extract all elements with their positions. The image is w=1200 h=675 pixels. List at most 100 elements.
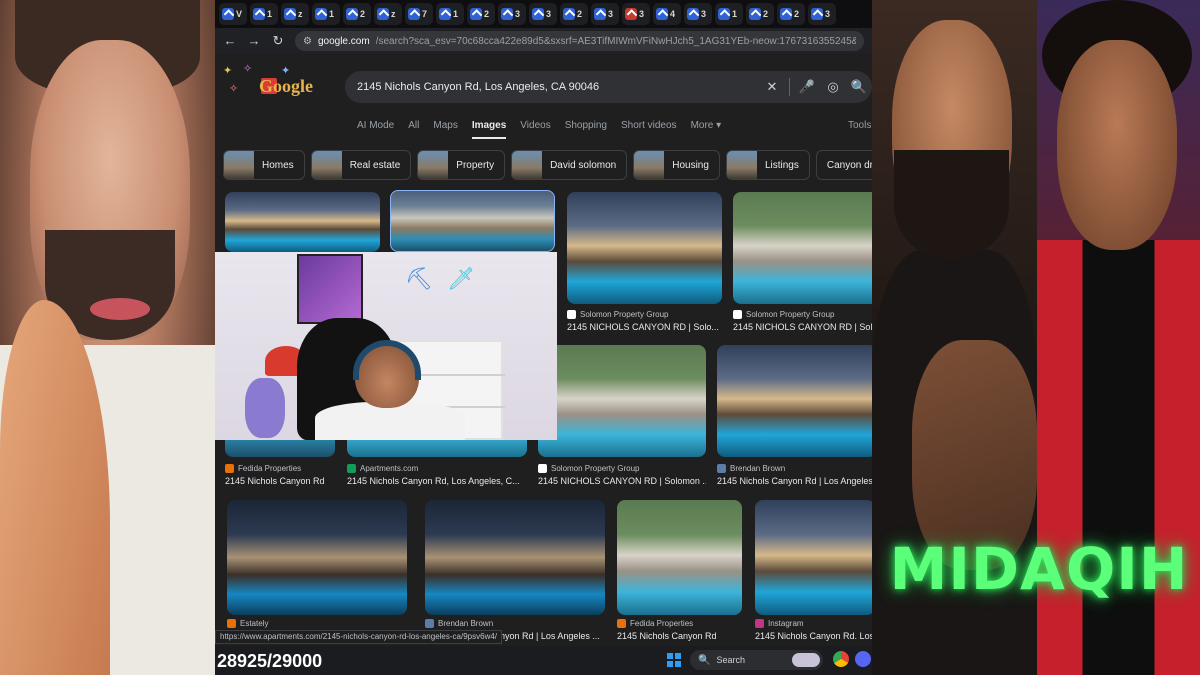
- browser-tab[interactable]: 1: [715, 3, 743, 25]
- windows-start-icon[interactable]: [667, 653, 681, 667]
- result-title[interactable]: 2145 NICHOLS CANYON RD | Solo...: [567, 322, 722, 332]
- tab-all[interactable]: All: [408, 120, 419, 139]
- browser-tab[interactable]: 2: [467, 3, 495, 25]
- result-source[interactable]: Solomon Property Group: [567, 310, 669, 319]
- url-path: /search?sca_esv=70c68cca422e89d5&sxsrf=A…: [375, 35, 856, 47]
- browser-tab[interactable]: 3: [591, 3, 619, 25]
- browser-tab[interactable]: 1: [250, 3, 278, 25]
- result-image[interactable]: [733, 192, 872, 304]
- image-result[interactable]: Solomon Property Group 2145 NICHOLS CANY…: [538, 345, 706, 490]
- result-source[interactable]: Estately: [227, 619, 268, 628]
- tab-ai-mode[interactable]: AI Mode: [357, 120, 394, 139]
- back-arrow-icon[interactable]: ←: [223, 34, 237, 48]
- result-source[interactable]: Brendan Brown: [425, 619, 493, 628]
- chrome-icon[interactable]: [833, 651, 849, 667]
- site-info-icon[interactable]: ⚙: [303, 36, 312, 47]
- zillow-icon: [563, 8, 575, 20]
- tab-badge: 7: [422, 9, 428, 19]
- image-result[interactable]: Fedida Properties 2145 Nichols Canyon Rd: [617, 500, 742, 645]
- browser-tab[interactable]: 1: [312, 3, 340, 25]
- tab-videos[interactable]: Videos: [520, 120, 550, 139]
- tab-badge: 2: [360, 9, 366, 19]
- chip-housing[interactable]: Housing: [633, 150, 720, 180]
- browser-tab[interactable]: 3: [498, 3, 526, 25]
- chip-david-solomon[interactable]: David solomon: [511, 150, 628, 180]
- result-image[interactable]: [617, 500, 742, 615]
- image-result[interactable]: Solomon Property Group 2145 NICHOLS CANY…: [567, 192, 722, 337]
- result-image[interactable]: [390, 190, 555, 252]
- taskbar-search[interactable]: 🔍 Search: [690, 650, 823, 670]
- browser-tab[interactable]: 3: [684, 3, 712, 25]
- search-query[interactable]: 2145 Nichols Canyon Rd, Los Angeles, CA …: [357, 81, 759, 93]
- image-result[interactable]: [390, 190, 555, 252]
- zillow-icon: [346, 8, 358, 20]
- browser-tab[interactable]: 3: [622, 3, 650, 25]
- result-title[interactable]: 2145 Nichols Canyon Rd | Los Angeles: [717, 476, 872, 486]
- url-field[interactable]: ⚙ google.com/search?sca_esv=70c68cca422e…: [295, 31, 864, 51]
- image-result[interactable]: Instagram 2145 Nichols Canyon Rd. Los: [755, 500, 872, 645]
- google-lens-icon[interactable]: ◎: [820, 79, 846, 95]
- forward-arrow-icon[interactable]: →: [247, 34, 261, 48]
- browser-tab[interactable]: 1: [436, 3, 464, 25]
- discord-icon[interactable]: [855, 651, 871, 667]
- browser-tab[interactable]: V: [219, 3, 247, 25]
- browser-tab[interactable]: 3: [808, 3, 836, 25]
- result-title[interactable]: 2145 NICHOLS CANYON RD | Solomon ...: [538, 476, 706, 486]
- browser-tab[interactable]: 2: [560, 3, 588, 25]
- search-icon[interactable]: 🔍: [846, 79, 872, 95]
- chip-real-estate[interactable]: Real estate: [310, 150, 412, 180]
- chip-canyon-drive[interactable]: Canyon drive: [815, 150, 872, 180]
- tab-short-videos[interactable]: Short videos: [621, 120, 677, 139]
- result-image[interactable]: [225, 192, 380, 252]
- microphone-icon[interactable]: 🎤: [794, 79, 820, 95]
- result-source[interactable]: Solomon Property Group: [733, 310, 835, 319]
- result-image[interactable]: [425, 500, 605, 615]
- image-result[interactable]: Brendan Brown 2145 Nichols Canyon Rd | L…: [717, 345, 872, 490]
- reload-icon[interactable]: ↻: [271, 34, 285, 48]
- browser-tab[interactable]: 7: [405, 3, 433, 25]
- browser-tab[interactable]: 4: [653, 3, 681, 25]
- browser-tab[interactable]: 2: [343, 3, 371, 25]
- browser-tab[interactable]: z: [374, 3, 402, 25]
- chip-listings[interactable]: Listings: [725, 150, 810, 180]
- image-result[interactable]: [225, 192, 380, 252]
- result-image[interactable]: [538, 345, 706, 457]
- tab-shopping[interactable]: Shopping: [565, 120, 607, 139]
- image-result[interactable]: Estately: [227, 500, 407, 645]
- google-header: ✦ ✧ ✦ ✧ Google 2145 Nichols Canyon Rd, L…: [215, 54, 872, 140]
- result-title[interactable]: 2145 Nichols Canyon Rd: [617, 631, 742, 641]
- browser-tab[interactable]: 3: [529, 3, 557, 25]
- tab-badge: 3: [515, 9, 521, 19]
- browser-tab[interactable]: z: [281, 3, 309, 25]
- result-image[interactable]: [227, 500, 407, 615]
- chip-property[interactable]: Property: [417, 150, 506, 180]
- search-box[interactable]: 2145 Nichols Canyon Rd, Los Angeles, CA …: [345, 71, 872, 103]
- image-result[interactable]: Brendan Brown anyon Rd | Los Angeles ...: [425, 500, 605, 645]
- result-source[interactable]: Fedida Properties: [617, 619, 693, 628]
- tools-button[interactable]: Tools: [848, 120, 871, 131]
- result-image[interactable]: [717, 345, 872, 457]
- google-doodle-logo[interactable]: ✦ ✧ ✦ ✧ Google: [221, 62, 331, 106]
- result-image[interactable]: [755, 500, 872, 615]
- clear-icon[interactable]: ✕: [759, 79, 785, 95]
- result-source[interactable]: Brendan Brown: [717, 464, 785, 473]
- tab-more[interactable]: More ▾: [691, 120, 722, 139]
- tab-maps[interactable]: Maps: [433, 120, 457, 139]
- result-image[interactable]: [567, 192, 722, 304]
- chip-homes[interactable]: Homes: [223, 150, 305, 180]
- result-source[interactable]: Instagram: [755, 619, 804, 628]
- image-result[interactable]: Solomon Property Group 2145 NICHOLS CANY…: [733, 192, 872, 337]
- result-source[interactable]: Apartments.com: [347, 464, 418, 473]
- result-title[interactable]: anyon Rd | Los Angeles ...: [495, 631, 605, 641]
- result-title[interactable]: 2145 Nichols Canyon Rd: [225, 476, 335, 486]
- tab-images[interactable]: Images: [471, 120, 507, 139]
- result-source[interactable]: Fedida Properties: [225, 464, 301, 473]
- result-title[interactable]: 2145 Nichols Canyon Rd. Los: [755, 631, 872, 641]
- browser-tab[interactable]: 2: [777, 3, 805, 25]
- zillow-icon: [222, 8, 234, 20]
- result-title[interactable]: 2145 NICHOLS CANYON RD | Sol...: [733, 322, 872, 332]
- browser-tab[interactable]: 2: [746, 3, 774, 25]
- result-source[interactable]: Solomon Property Group: [538, 464, 640, 473]
- result-title[interactable]: 2145 Nichols Canyon Rd, Los Angeles, C..…: [347, 476, 527, 486]
- tab-badge: 3: [546, 9, 552, 19]
